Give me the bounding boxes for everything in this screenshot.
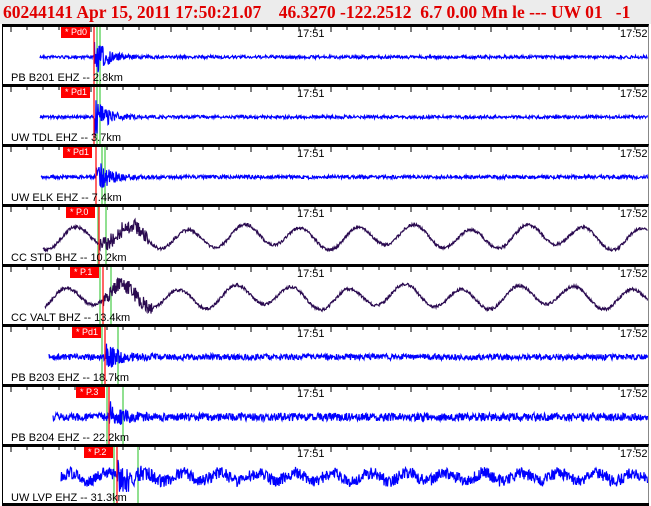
waveform [44, 276, 648, 315]
trace-panel[interactable]: * Pd1 17:51 17:52 PB B203 EHZ -- 18.7km [2, 324, 649, 384]
channel-label: PB B204 EHZ -- 22.2km [11, 432, 129, 444]
channel-label: CC VALT BHZ -- 13.4km [11, 312, 131, 324]
phase-pick-label[interactable]: * Pd1 [63, 147, 92, 158]
phase-pick-label[interactable]: * P.0 [66, 207, 95, 218]
channel-label: PB B201 EHZ -- 2.8km [11, 72, 123, 84]
waveform [48, 343, 648, 368]
time-label: 17:52 [620, 208, 648, 220]
time-label: 17:52 [620, 448, 648, 460]
time-label: 17:51 [297, 268, 325, 280]
channel-label: UW TDL EHZ -- 3.7km [11, 132, 122, 144]
phase-pick-label[interactable]: * Pd1 [61, 87, 90, 98]
seismogram-viewer: 60244141 Apr 15, 2011 17:50:21.07 46.327… [0, 0, 651, 506]
channel-label: UW ELK EHZ -- 7.4km [11, 192, 122, 204]
time-label: 17:52 [620, 88, 648, 100]
time-label: 17:51 [297, 448, 325, 460]
waveform [52, 401, 648, 425]
trace-panel[interactable]: * P.1 17:51 17:52 CC VALT BHZ -- 13.4km [2, 264, 649, 324]
time-label: 17:51 [297, 28, 325, 40]
time-label: 17:51 [297, 388, 325, 400]
waveform [40, 163, 648, 188]
trace-panel[interactable]: * Pd1 17:51 17:52 UW ELK EHZ -- 7.4km [2, 144, 649, 204]
phase-pick-label[interactable]: * P.1 [70, 267, 99, 278]
time-label: 17:51 [297, 208, 325, 220]
time-label: 17:51 [297, 328, 325, 340]
trace-panel[interactable]: * P.3 17:51 17:52 PB B204 EHZ -- 22.2km [2, 384, 649, 444]
event-header: 60244141 Apr 15, 2011 17:50:21.07 46.327… [0, 0, 651, 24]
trace-panel[interactable]: * P.2 17:51 17:52 UW LVP EHZ -- 31.3km [2, 444, 649, 504]
trace-panel[interactable]: * P.0 17:51 17:52 CC STD BHZ -- 10.2km [2, 204, 649, 264]
time-label: 17:52 [620, 328, 648, 340]
waveform [39, 41, 648, 73]
trace-panel[interactable]: * Pd0 17:51 17:52 PB B201 EHZ -- 2.8km [2, 24, 649, 84]
phase-pick-label[interactable]: * Pd0 [61, 27, 90, 38]
trace-panel[interactable]: * Pd1 17:51 17:52 UW TDL EHZ -- 3.7km [2, 84, 649, 144]
waveform [39, 100, 648, 136]
phase-pick-label[interactable]: * P.2 [84, 447, 113, 458]
time-label: 17:52 [620, 148, 648, 160]
time-label: 17:51 [297, 88, 325, 100]
time-label: 17:52 [620, 268, 648, 280]
waveform [60, 459, 648, 493]
channel-label: PB B203 EHZ -- 18.7km [11, 372, 129, 384]
time-label: 17:52 [620, 388, 648, 400]
time-label: 17:52 [620, 28, 648, 40]
waveform [42, 217, 648, 253]
channel-label: CC STD BHZ -- 10.2km [11, 252, 127, 264]
time-label: 17:51 [297, 148, 325, 160]
phase-pick-label[interactable]: * P.3 [76, 387, 105, 398]
phase-pick-label[interactable]: * Pd1 [72, 327, 101, 338]
